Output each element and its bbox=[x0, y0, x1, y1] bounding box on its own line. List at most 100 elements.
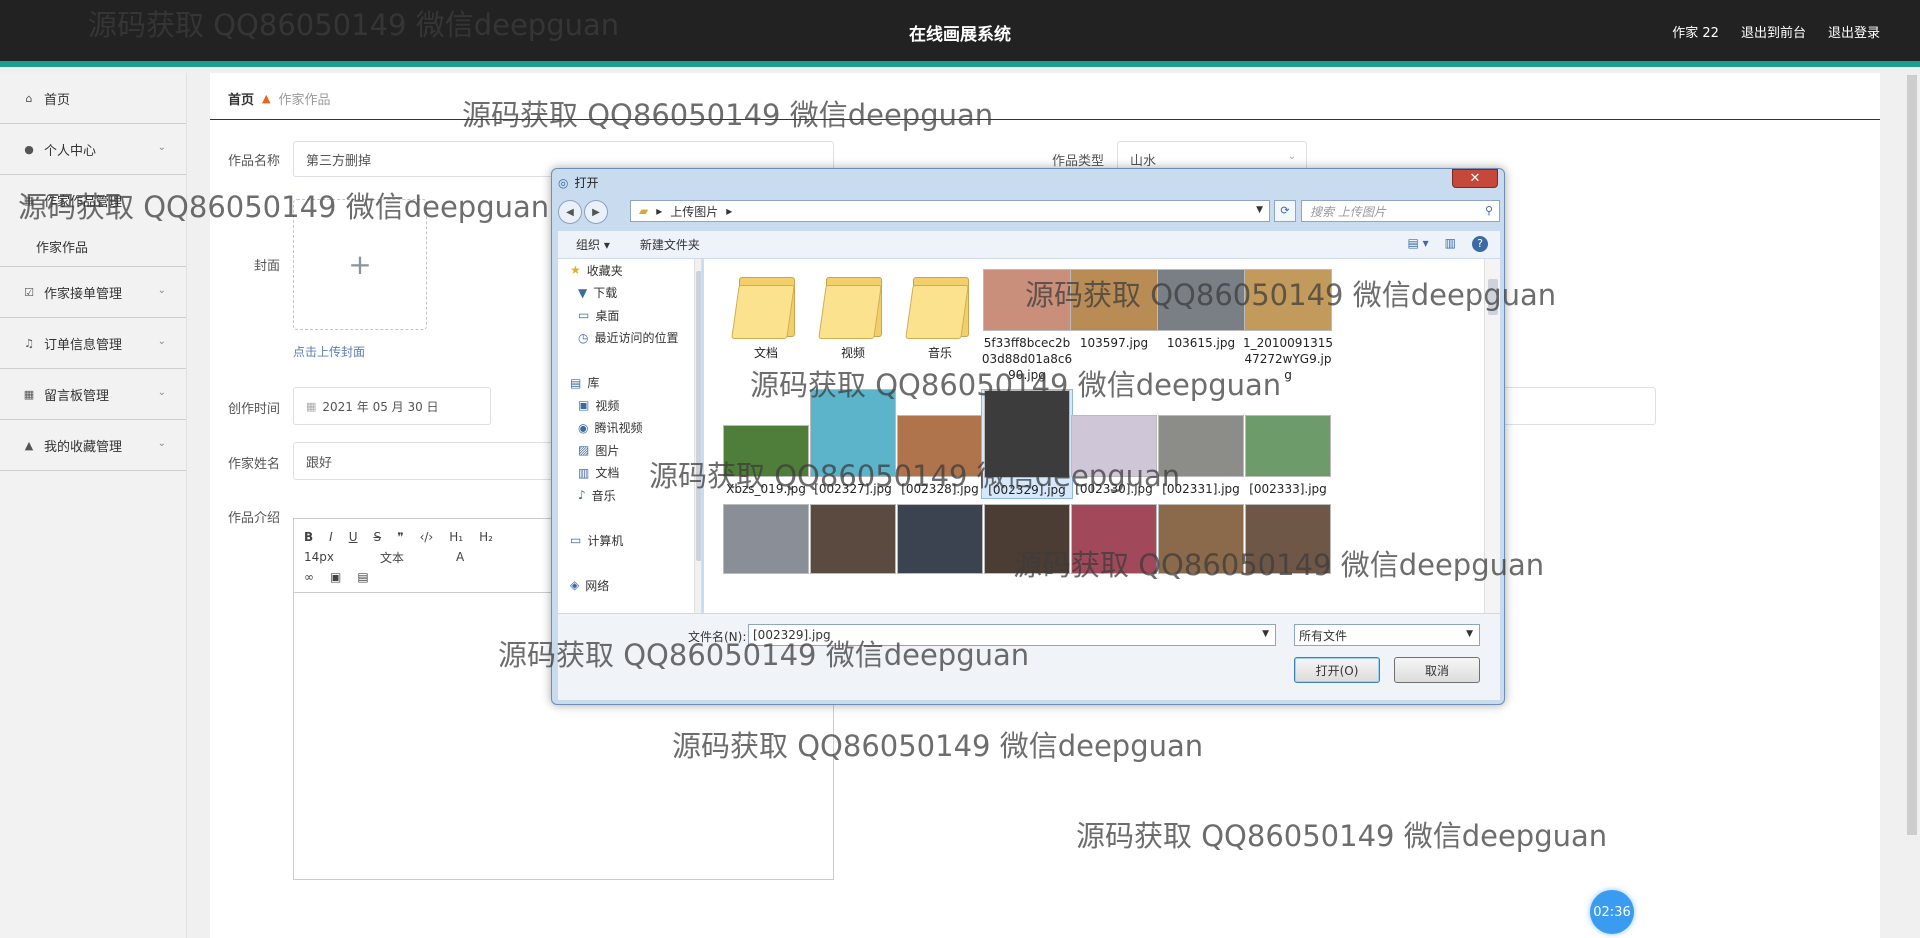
tree-item[interactable]: ▥ 文档 bbox=[558, 462, 701, 485]
folder-item[interactable]: 文档 bbox=[720, 269, 812, 361]
file-item[interactable] bbox=[807, 504, 899, 578]
close-icon[interactable]: ✕ bbox=[1452, 169, 1498, 188]
tree-icon: ▨ bbox=[578, 443, 590, 458]
link-icon[interactable]: ∞ bbox=[304, 570, 314, 584]
path-box[interactable]: ▰ ▸ 上传图片 ▸ ▼ bbox=[630, 200, 1270, 222]
strikethrough-icon[interactable]: S bbox=[374, 530, 382, 544]
back-icon[interactable]: ◀ bbox=[558, 200, 582, 224]
file-item[interactable]: [002331].jpg bbox=[1155, 389, 1247, 497]
file-list-scrollbar[interactable] bbox=[1484, 259, 1500, 613]
tree-item[interactable]: ★ 收藏夹 bbox=[558, 259, 701, 282]
forward-icon[interactable]: ▶ bbox=[584, 200, 608, 224]
file-item[interactable] bbox=[720, 504, 812, 578]
quote-icon[interactable]: ❞ bbox=[397, 530, 403, 544]
file-name: 5f33ff8bcec2b03d88d01a8c690.jpg bbox=[981, 336, 1073, 382]
file-item[interactable]: [002327].jpg bbox=[807, 389, 899, 497]
tree-item[interactable]: ◉ 腾讯视频 bbox=[558, 417, 701, 440]
tree-item[interactable]: ▣ 视频 bbox=[558, 394, 701, 417]
font-type-select[interactable]: 文本 bbox=[380, 549, 440, 566]
search-icon[interactable]: ⚲ bbox=[1485, 204, 1493, 217]
dialog-search-input[interactable]: 搜索 上传图片 ⚲ bbox=[1301, 200, 1500, 222]
file-name: Xbzs_019.jpg bbox=[726, 482, 806, 496]
file-item[interactable]: 103597.jpg bbox=[1068, 269, 1160, 351]
file-item[interactable]: [002333].jpg bbox=[1242, 389, 1334, 497]
tree-scrollbar[interactable] bbox=[694, 259, 701, 613]
view-icon[interactable]: ▤ ▾ bbox=[1407, 236, 1428, 252]
sidebar-item-home[interactable]: ⌂ 首页 bbox=[0, 73, 186, 124]
cancel-button[interactable]: 取消 bbox=[1394, 657, 1480, 683]
chevron-down-icon[interactable]: ▼ bbox=[1262, 629, 1269, 639]
preview-pane-icon[interactable]: ▥ bbox=[1445, 236, 1456, 252]
sidebar-item-orders[interactable]: ♫ 订单信息管理 ⌄ bbox=[0, 318, 186, 369]
page-scrollbar[interactable] bbox=[1904, 73, 1920, 938]
logout-link[interactable]: 退出登录 bbox=[1828, 22, 1880, 41]
h2-icon[interactable]: H₂ bbox=[479, 530, 493, 544]
file-item[interactable]: 1_201009131547272wYG9.jpg bbox=[1242, 269, 1334, 383]
refresh-icon[interactable]: ⟳ bbox=[1274, 200, 1296, 222]
file-item[interactable]: [002328].jpg bbox=[894, 389, 986, 497]
floating-clock-badge[interactable]: 02:36 bbox=[1590, 890, 1634, 934]
top-header: 在线画展系统 作家 22 退出到前台 退出登录 bbox=[0, 0, 1920, 67]
exit-to-front-link[interactable]: 退出到前台 bbox=[1741, 22, 1806, 41]
extra-input[interactable] bbox=[1496, 387, 1656, 425]
font-size-select[interactable]: 14px bbox=[304, 550, 364, 564]
tree-item[interactable]: ▭ 桌面 bbox=[558, 304, 701, 327]
code-icon[interactable]: ‹/› bbox=[420, 530, 434, 544]
font-color-icon[interactable]: A bbox=[456, 550, 464, 564]
file-item[interactable] bbox=[894, 504, 986, 578]
path-segment[interactable]: 上传图片 bbox=[670, 203, 718, 220]
video-icon[interactable]: ▤ bbox=[357, 570, 368, 584]
cover-upload-box[interactable]: + bbox=[293, 199, 427, 330]
tree-item[interactable]: ▭ 计算机 bbox=[558, 529, 701, 552]
help-icon[interactable]: ? bbox=[1472, 236, 1488, 252]
file-item[interactable]: 103615.jpg bbox=[1155, 269, 1247, 351]
tree-item[interactable]: ▼ 下载 bbox=[558, 282, 701, 305]
tree-item[interactable]: ♪ 音乐 bbox=[558, 484, 701, 507]
file-list: 文档 视频 音乐 5f33ff8bcec2b03d88d01a8c690.jpg 103… bbox=[704, 259, 1484, 613]
image-thumbnail bbox=[723, 504, 809, 574]
tree-item[interactable]: ▨ 图片 bbox=[558, 439, 701, 462]
chevron-down-icon[interactable]: ▼ bbox=[1256, 205, 1263, 215]
tree-item[interactable]: ▤ 库 bbox=[558, 372, 701, 395]
file-item[interactable]: Xbzs_019.jpg bbox=[720, 389, 812, 497]
sidebar-item-label: 我的收藏管理 bbox=[44, 439, 123, 455]
tree-item[interactable]: ◈ 网络 bbox=[558, 574, 701, 597]
organize-button[interactable]: 组织 ▾ bbox=[576, 236, 610, 253]
image-icon[interactable]: ▣ bbox=[330, 570, 341, 584]
sidebar-item-favorites[interactable]: ▲ 我的收藏管理 ⌄ bbox=[0, 420, 186, 471]
date-picker[interactable]: ▦ 2021 年 05 月 30 日 bbox=[293, 387, 491, 425]
plus-icon: + bbox=[348, 248, 372, 281]
italic-icon[interactable]: I bbox=[329, 530, 333, 544]
file-item[interactable]: [002329].jpg bbox=[981, 389, 1073, 499]
image-thumbnail bbox=[984, 390, 1070, 478]
h1-icon[interactable]: H₁ bbox=[449, 530, 463, 544]
file-item[interactable] bbox=[1068, 504, 1160, 578]
bold-icon[interactable]: B bbox=[304, 530, 313, 544]
sidebar-item-works[interactable]: ▦ 作家作品管理 bbox=[0, 175, 186, 226]
checkbox-icon: ☑ bbox=[24, 285, 34, 299]
open-button[interactable]: 打开(O) bbox=[1294, 657, 1380, 683]
file-item[interactable] bbox=[1155, 504, 1247, 578]
breadcrumb-home[interactable]: 首页 bbox=[228, 89, 254, 108]
filename-input[interactable]: [002329].jpg ▼ bbox=[748, 624, 1276, 646]
file-item[interactable] bbox=[1242, 504, 1334, 578]
cover-upload-hint[interactable]: 点击上传封面 bbox=[293, 343, 365, 360]
folder-item[interactable]: 视频 bbox=[807, 269, 899, 361]
file-item[interactable]: [002330].jpg bbox=[1068, 389, 1160, 497]
file-item[interactable] bbox=[981, 504, 1073, 578]
sidebar-item-personal[interactable]: ● 个人中心 ⌄ bbox=[0, 124, 186, 175]
image-thumbnail bbox=[1071, 504, 1157, 574]
sidebar-subitem-works[interactable]: 作家作品 bbox=[0, 226, 186, 266]
folder-item[interactable]: 音乐 bbox=[894, 269, 986, 361]
tree-item[interactable]: ◷ 最近访问的位置 bbox=[558, 327, 701, 350]
file-name: 视频 bbox=[840, 346, 865, 360]
sidebar-item-label: 作家作品管理 bbox=[44, 195, 123, 210]
new-folder-button[interactable]: 新建文件夹 bbox=[640, 236, 700, 253]
underline-icon[interactable]: U bbox=[349, 530, 358, 544]
sidebar-item-orders-taken[interactable]: ☑ 作家接单管理 ⌄ bbox=[0, 267, 186, 318]
file-item[interactable]: 5f33ff8bcec2b03d88d01a8c690.jpg bbox=[981, 269, 1073, 383]
filetype-select[interactable]: 所有文件 ▼ bbox=[1294, 624, 1480, 646]
chevron-down-icon: ⌄ bbox=[157, 142, 166, 153]
sidebar-item-messages[interactable]: ▦ 留言板管理 ⌄ bbox=[0, 369, 186, 420]
image-thumbnail bbox=[897, 504, 983, 574]
